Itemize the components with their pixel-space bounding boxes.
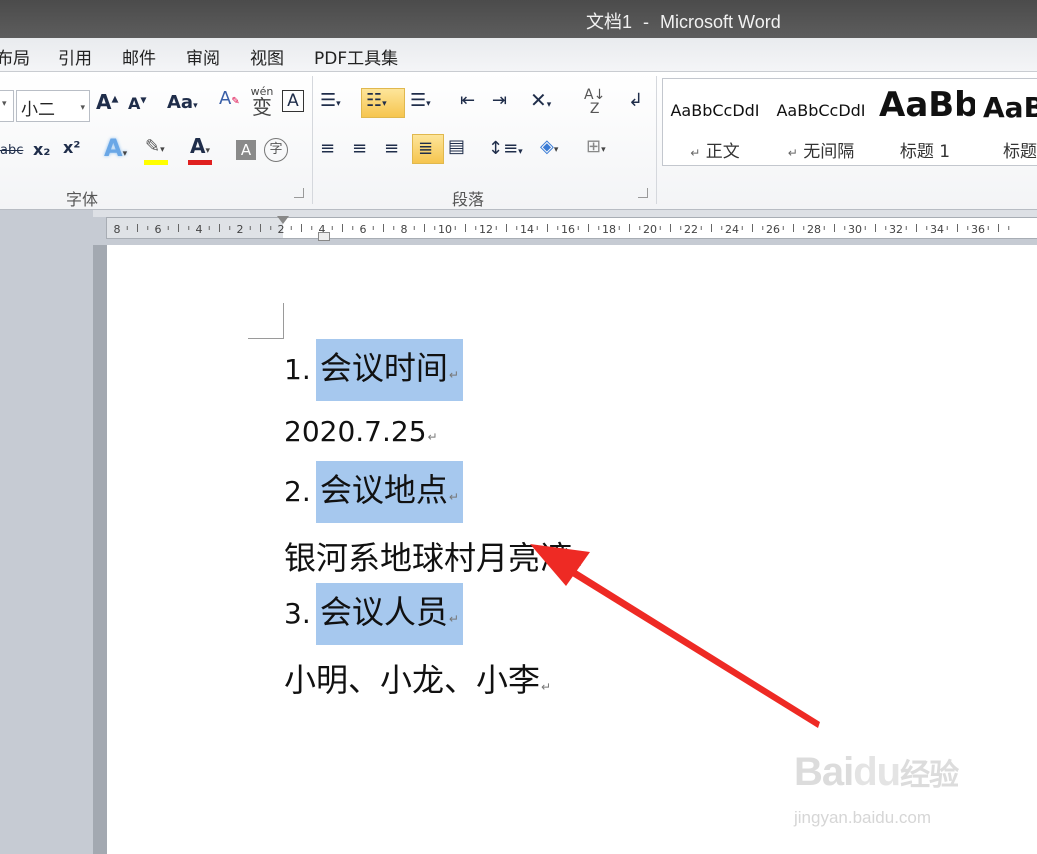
font-color-bar xyxy=(188,160,212,165)
group-separator xyxy=(312,76,313,204)
ruler-label: 20 xyxy=(643,223,657,236)
font-group-label: 字体 xyxy=(66,190,99,209)
ruler-label: 26 xyxy=(766,223,780,236)
margin-corner-mark xyxy=(248,303,284,339)
ruler-label: 22 xyxy=(684,223,698,236)
ruler-ticks: 8 6 4 2 2 4 6 8 10 12 14 16 18 20 22 24 26 28 30 32 34 36 xyxy=(114,223,1010,236)
distributed-icon[interactable]: ▤ xyxy=(448,138,465,156)
ruler-label: 6 xyxy=(360,223,367,236)
style-normal[interactable]: AaBbCcDdI ↵ 正文 xyxy=(663,79,767,165)
font-size-select[interactable]: 小二 ▾ xyxy=(16,90,90,122)
style-heading-1[interactable]: AaBb 标题 1 xyxy=(875,79,975,165)
watermark: Baidu经验 jingyan.baidu.com xyxy=(790,736,990,836)
increase-indent-icon[interactable]: ⇥ xyxy=(492,92,507,110)
line-spacing-icon[interactable]: ↕≡▾ xyxy=(488,140,523,158)
hanging-indent-marker[interactable] xyxy=(318,232,330,241)
style-title[interactable]: AaB 标题 xyxy=(979,79,1037,165)
ruler-label: 4 xyxy=(196,223,203,236)
first-line-indent-marker[interactable] xyxy=(277,216,289,224)
window-title: 文档1 - Microsoft Word xyxy=(586,12,781,32)
char-border-button[interactable]: A xyxy=(282,90,304,112)
ruler-label: 8 xyxy=(114,223,121,236)
grow-font-button[interactable]: A▲ xyxy=(96,92,118,112)
chinese-layout-icon[interactable]: ✕▾ xyxy=(530,90,551,110)
tab-review[interactable]: 审阅 xyxy=(186,44,220,69)
title-bar: 文档1 - Microsoft Word xyxy=(0,0,1037,38)
list-body: 银河系地球村月亮湾↵ xyxy=(284,539,584,577)
subscript-button[interactable]: x₂ xyxy=(33,142,50,158)
font-dialog-launcher[interactable] xyxy=(294,188,304,198)
tab-mailings[interactable]: 邮件 xyxy=(122,44,156,69)
multilevel-list-icon[interactable]: ☰▾ xyxy=(410,92,431,110)
ribbon: 小二▾ A▲ A▼ Aa▾ A✎ wén变 A abc x₂ x² A▾ ✎▾ … xyxy=(0,72,1037,210)
list-body: 2020.7.25↵ xyxy=(284,415,438,448)
paragraph-dialog-launcher[interactable] xyxy=(638,188,648,198)
ruler-label: 28 xyxy=(807,223,821,236)
bullets-icon[interactable]: ☰▾ xyxy=(320,92,341,110)
align-right-icon[interactable]: ≡ xyxy=(384,140,399,158)
enclose-char-button[interactable]: 字 xyxy=(264,138,288,162)
strikethrough-button[interactable]: abc xyxy=(0,144,23,157)
font-color-button[interactable]: A▾ xyxy=(190,136,210,156)
font-name-dropdown[interactable] xyxy=(0,90,14,122)
styles-gallery: AaBbCcDdI ↵ 正文 AaBbCcDdI ↵ 无间隔 AaBb 标题 1… xyxy=(662,78,1037,166)
group-separator xyxy=(656,76,657,204)
ruler-label: 18 xyxy=(602,223,616,236)
change-case-button[interactable]: Aa▾ xyxy=(167,94,198,112)
list-item: 1. 会议时间↵ xyxy=(284,339,463,401)
paragraph-group-label: 段落 xyxy=(452,190,485,209)
phonetic-guide-button[interactable]: wén 变 xyxy=(250,86,274,117)
shrink-font-button[interactable]: A▼ xyxy=(128,96,147,112)
numbering-icon: ☷▾ xyxy=(366,90,387,111)
tab-view[interactable]: 视图 xyxy=(250,44,284,69)
list-body: 小明、小龙、小李↵ xyxy=(284,661,552,699)
clear-format-icon[interactable]: A✎ xyxy=(219,90,240,108)
style-no-spacing[interactable]: AaBbCcDdI ↵ 无间隔 xyxy=(769,79,873,165)
align-left-icon[interactable]: ≡ xyxy=(320,140,335,158)
highlight-icon[interactable]: ✎▾ xyxy=(145,138,165,156)
ruler-label: 36 xyxy=(971,223,985,236)
ruler-background xyxy=(0,210,1037,217)
ruler-label: 10 xyxy=(438,223,452,236)
vertical-ruler xyxy=(93,245,107,854)
tab-references[interactable]: 引用 xyxy=(58,44,92,69)
ruler-label: 30 xyxy=(848,223,862,236)
list-item: 3. 会议人员↵ xyxy=(284,583,463,645)
left-panel xyxy=(0,210,93,854)
ruler-label: 24 xyxy=(725,223,739,236)
ruler-label: 6 xyxy=(155,223,162,236)
align-center-icon[interactable]: ≡ xyxy=(352,140,367,158)
tab-pdf-tools[interactable]: PDF工具集 xyxy=(314,44,398,69)
ruler-label: 2 xyxy=(237,223,244,236)
selected-heading[interactable]: 会议时间↵ xyxy=(315,339,463,401)
selected-heading[interactable]: 会议地点↵ xyxy=(315,461,463,523)
borders-icon[interactable]: ⊞▾ xyxy=(586,138,606,156)
ruler-label: 34 xyxy=(930,223,944,236)
text-effect-button[interactable]: A▾ xyxy=(104,136,127,160)
list-item: 2. 会议地点↵ xyxy=(284,461,463,523)
watermark-url: jingyan.baidu.com xyxy=(794,808,932,827)
watermark-logo: Baidu经验 xyxy=(794,750,959,794)
ribbon-tabs: 布局 引用 邮件 审阅 视图 PDF工具集 xyxy=(0,38,1037,72)
superscript-button[interactable]: x² xyxy=(63,140,80,156)
ruler-label: 14 xyxy=(520,223,534,236)
char-shading-button[interactable]: A xyxy=(236,140,256,160)
horizontal-ruler[interactable]: 8 6 4 2 2 4 6 8 10 12 14 16 18 20 22 24 26 28 30 32 34 36 xyxy=(106,216,1037,241)
ruler-label: 12 xyxy=(479,223,493,236)
ruler-label: 16 xyxy=(561,223,575,236)
selected-heading[interactable]: 会议人员↵ xyxy=(315,583,463,645)
ruler-label: 2 xyxy=(278,223,285,236)
show-marks-icon[interactable]: ↲ xyxy=(628,92,643,110)
ruler-label: 8 xyxy=(401,223,408,236)
justify-icon: ≣ xyxy=(418,138,434,159)
highlight-color-bar xyxy=(144,160,168,165)
tab-layout[interactable]: 布局 xyxy=(0,44,30,69)
shading-icon[interactable]: ◈▾ xyxy=(540,138,558,156)
sort-icon[interactable]: A↓ Z xyxy=(584,88,605,116)
decrease-indent-icon[interactable]: ⇤ xyxy=(460,92,475,110)
ruler-label: 32 xyxy=(889,223,903,236)
